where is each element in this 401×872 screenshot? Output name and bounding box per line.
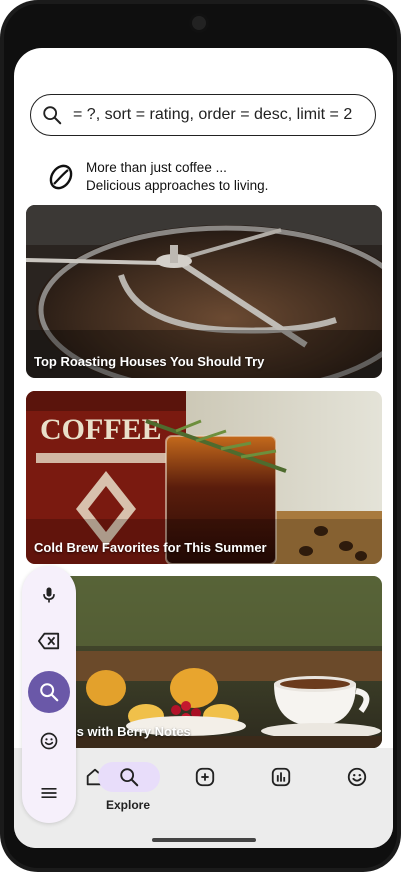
tagline-line-1: More than just coffee ... xyxy=(86,160,227,175)
nav-item-explore[interactable]: Explore xyxy=(98,762,160,812)
svg-text:COFFEE: COFFEE xyxy=(40,413,162,446)
article-card[interactable]: Top Roasting Houses You Should Try xyxy=(26,205,382,378)
menu-button[interactable] xyxy=(28,772,70,814)
search-icon xyxy=(43,106,62,125)
menu-icon xyxy=(41,788,57,798)
voice-control-panel xyxy=(22,566,76,823)
card-title: Cold Brew Favorites for This Summer xyxy=(34,540,267,555)
card-image-cold-brew: COFFEE xyxy=(26,391,382,564)
card-image-berries xyxy=(26,576,382,748)
home-indicator xyxy=(152,838,256,842)
add-icon xyxy=(195,767,215,787)
article-card[interactable]: COFFEE Cold Brew Favorites for This Summ… xyxy=(26,391,382,564)
nav-item-stats[interactable] xyxy=(250,762,310,798)
search-bar[interactable] xyxy=(30,94,376,136)
search-input[interactable] xyxy=(71,105,375,125)
search-icon xyxy=(120,768,139,787)
microphone-button[interactable] xyxy=(28,574,70,616)
coffee-bean-icon xyxy=(49,164,73,190)
emoji-button[interactable] xyxy=(28,720,70,762)
phone-frame: More than just coffee ... Delicious appr… xyxy=(0,0,401,872)
card-image-roaster xyxy=(26,205,382,378)
tagline-line-2: Delicious approaches to living. xyxy=(86,178,269,193)
nav-item-add[interactable] xyxy=(174,762,234,798)
smiley-icon xyxy=(40,732,58,750)
search-submit-button[interactable] xyxy=(28,671,70,713)
article-card[interactable]: e Beans with Berry Notes xyxy=(26,576,382,748)
app-screen: More than just coffee ... Delicious appr… xyxy=(14,48,393,848)
stats-icon xyxy=(271,767,291,787)
smiley-icon xyxy=(347,767,367,787)
card-title: Top Roasting Houses You Should Try xyxy=(34,354,265,369)
front-camera xyxy=(192,16,206,30)
microphone-icon xyxy=(43,587,55,603)
nav-label-explore: Explore xyxy=(105,798,150,812)
tagline: More than just coffee ... Delicious appr… xyxy=(48,159,268,195)
nav-item-profile[interactable] xyxy=(326,762,386,798)
backspace-icon xyxy=(38,632,60,650)
backspace-button[interactable] xyxy=(28,620,70,662)
search-icon xyxy=(40,683,59,702)
